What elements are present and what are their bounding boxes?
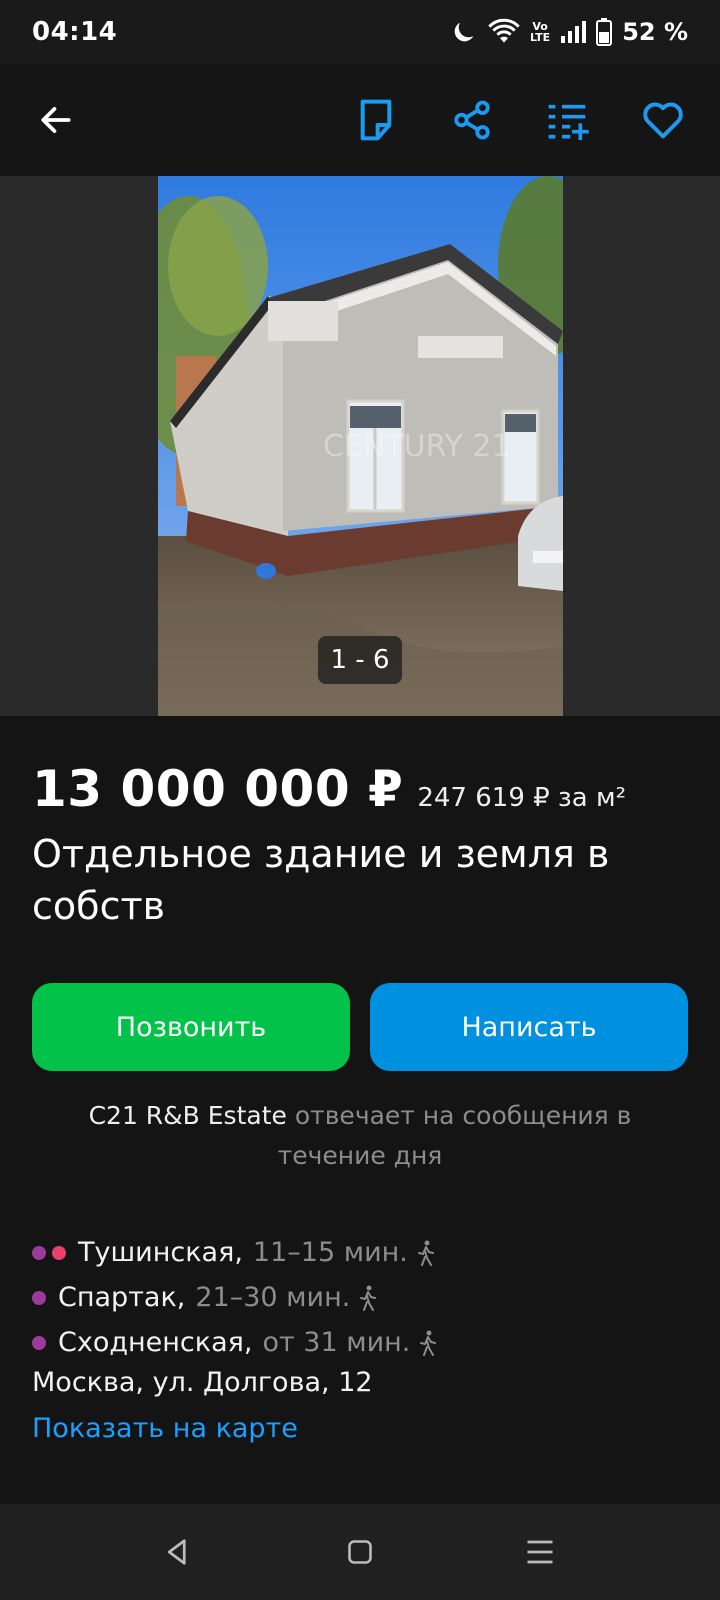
back-triangle-icon (167, 1539, 186, 1565)
battery-percent: 52 % (622, 18, 688, 46)
metro-line-dot (32, 1335, 46, 1350)
heart-icon (643, 102, 683, 139)
compare-list-icon (548, 104, 589, 140)
walking-icon (416, 1240, 436, 1266)
status-bar: 04:14 Vo LTE 52 % (0, 0, 720, 64)
back-button[interactable] (26, 90, 86, 150)
status-time: 04:14 (32, 17, 118, 47)
seller-response-text: отвечает на сообщения в течение дня (277, 1101, 632, 1170)
listing-photo[interactable]: CENTURY 21 (158, 176, 563, 716)
signal-icon (561, 21, 587, 43)
walking-icon (418, 1330, 438, 1356)
seller-response-note: C21 R&B Estate отвечает на сообщения в т… (50, 1096, 670, 1176)
metro-line-dots (32, 1290, 46, 1305)
building-photo-image: CENTURY 21 (158, 176, 563, 716)
arrow-left-icon (41, 107, 71, 133)
metro-item: Спартак, 21–30 мин. (32, 1275, 438, 1320)
listing-title: Отдельное здание и земля в собств (32, 832, 610, 928)
volte-icon: Vo LTE (529, 20, 551, 44)
metro-line-dots (32, 1245, 66, 1260)
favorite-button[interactable] (633, 90, 693, 150)
home-square-icon (348, 1540, 372, 1564)
price: 13 000 000 ₽ (32, 760, 404, 818)
status-icons: Vo LTE 52 % (450, 18, 688, 46)
menu-lines-icon (527, 1540, 553, 1564)
system-nav-bar (0, 1504, 720, 1600)
photo-counter: 1 - 6 (318, 636, 402, 684)
price-per-m2: 247 619 ₽ за м² (417, 783, 626, 813)
write-button[interactable]: Написать (370, 983, 688, 1071)
battery-icon (596, 18, 613, 46)
metro-line-dot (52, 1245, 66, 1260)
wifi-icon (488, 18, 520, 43)
system-recents-button[interactable] (518, 1530, 562, 1574)
address: Москва, ул. Долгова, 12 (32, 1367, 373, 1398)
metro-time: 21–30 мин. (195, 1282, 351, 1313)
metro-line-dot (32, 1290, 46, 1305)
metro-item: Сходненская, от 31 мин. (32, 1320, 438, 1365)
metro-line-dots (32, 1335, 46, 1350)
metro-name: Сходненская, (58, 1327, 253, 1358)
metro-list: Тушинская, 11–15 мин. Спартак, 21–30 мин… (32, 1230, 438, 1365)
metro-time: от 31 мин. (262, 1327, 411, 1358)
note-button[interactable] (346, 90, 406, 150)
seller-name[interactable]: C21 R&B Estate (89, 1101, 287, 1130)
system-home-button[interactable] (338, 1530, 382, 1574)
share-button[interactable] (442, 90, 502, 150)
moon-icon (454, 22, 474, 42)
metro-name: Спартак, (58, 1282, 186, 1313)
system-back-button[interactable] (156, 1530, 200, 1574)
metro-line-dot (32, 1245, 46, 1260)
share-icon (454, 100, 490, 140)
show-on-map-link[interactable]: Показать на карте (32, 1413, 298, 1444)
photo-gallery[interactable]: CENTURY 21 1 - 6 (0, 176, 720, 716)
top-toolbar (0, 64, 720, 176)
listing-details: 13 000 000 ₽ 247 619 ₽ за м² Отдельное з… (0, 716, 720, 1504)
note-icon (360, 99, 392, 141)
watermark: CENTURY 21 (323, 429, 511, 464)
metro-time: 11–15 мин. (252, 1237, 408, 1268)
compare-button[interactable] (537, 90, 597, 150)
price-row: 13 000 000 ₽ 247 619 ₽ за м² (32, 760, 626, 818)
call-button[interactable]: Позвонить (32, 983, 350, 1071)
metro-name: Тушинская, (78, 1237, 243, 1268)
walking-icon (358, 1285, 378, 1311)
metro-item: Тушинская, 11–15 мин. (32, 1230, 438, 1275)
